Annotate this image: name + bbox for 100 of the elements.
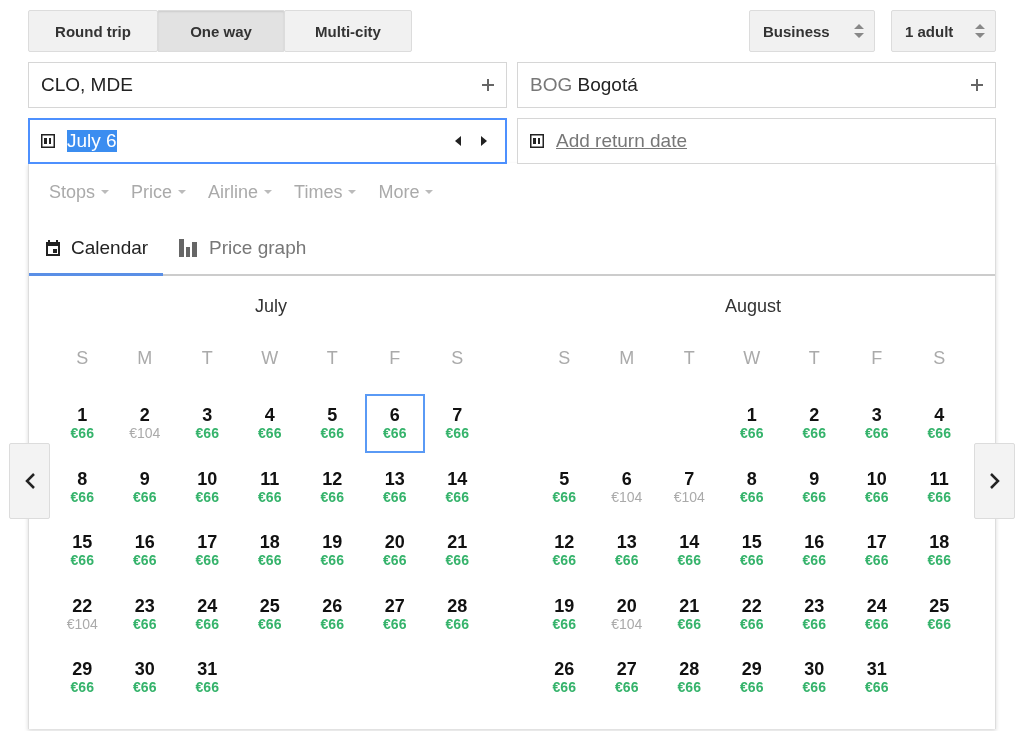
view-tab[interactable]: Calendar xyxy=(29,237,164,276)
calendar-day[interactable]: 27 €66 xyxy=(596,647,657,707)
calendar-day[interactable]: 14 €66 xyxy=(427,457,488,517)
trip-type-tab[interactable]: Round trip xyxy=(28,10,158,52)
calendar-day[interactable]: 18 €66 xyxy=(239,520,300,580)
up-down-icon xyxy=(975,24,985,38)
calendar-day[interactable]: 17 €66 xyxy=(846,520,907,580)
calendar-day[interactable]: 22 €66 xyxy=(721,584,782,644)
caret-icon xyxy=(178,190,187,194)
weekday-label: M xyxy=(136,347,154,369)
calendar-day[interactable]: 5 €66 xyxy=(534,457,595,517)
weekday-label: W xyxy=(742,347,762,369)
calendar-day[interactable]: 19 €66 xyxy=(534,584,595,644)
calendar-day[interactable]: 20 €66 xyxy=(364,520,425,580)
calendar-day[interactable]: 3 €66 xyxy=(846,393,907,453)
calendar-day[interactable]: 13 €66 xyxy=(596,520,657,580)
calendar-day[interactable]: 17 €66 xyxy=(177,520,238,580)
weekday-label: T xyxy=(200,347,214,369)
destination-field[interactable]: BOG Bogotá xyxy=(517,62,996,108)
weekday-label: S xyxy=(932,347,947,369)
calendar-day[interactable]: 10 €66 xyxy=(177,457,238,517)
plus-icon xyxy=(482,79,494,91)
airport-code: BOG xyxy=(530,74,573,95)
caret-icon xyxy=(348,190,357,194)
calendar-day[interactable]: 2 €104 xyxy=(114,393,175,453)
calendar-day[interactable]: 16 €66 xyxy=(114,520,175,580)
calendar-day[interactable]: 26 €66 xyxy=(302,584,363,644)
calendar-day[interactable]: 8 €66 xyxy=(721,457,782,517)
calendar-day[interactable]: 9 €66 xyxy=(784,457,845,517)
calendar-day[interactable]: 24 €66 xyxy=(177,584,238,644)
calendar-day[interactable]: 30 €66 xyxy=(114,647,175,707)
caret-icon xyxy=(425,190,434,194)
date-text: July 6 xyxy=(67,130,117,152)
calendar-day[interactable]: 6 €66 xyxy=(364,393,425,453)
origin-field[interactable]: CLO, MDE xyxy=(28,62,507,108)
calendar-day[interactable]: 25 €66 xyxy=(239,584,300,644)
calendar-day[interactable]: 4 €66 xyxy=(909,393,970,453)
calendar-icon xyxy=(45,239,61,257)
calendar-day[interactable]: 7 €104 xyxy=(659,457,720,517)
weekday-label: M xyxy=(618,347,636,369)
up-down-icon xyxy=(854,24,864,38)
calendar-day[interactable]: 21 €66 xyxy=(659,584,720,644)
month-title: August xyxy=(723,296,782,318)
calendar-day[interactable]: 19 €66 xyxy=(302,520,363,580)
caret-icon xyxy=(101,190,110,194)
calendar-day[interactable]: 14 €66 xyxy=(659,520,720,580)
calendar-day[interactable]: 11 €66 xyxy=(239,457,300,517)
month-title: July xyxy=(254,296,288,318)
calendar-day[interactable]: 8 €66 xyxy=(52,457,113,517)
calendar-day[interactable]: 30 €66 xyxy=(784,647,845,707)
calendar-day[interactable]: 31 €66 xyxy=(846,647,907,707)
calendar-day[interactable]: 1 €66 xyxy=(721,393,782,453)
calendar-day[interactable]: 9 €66 xyxy=(114,457,175,517)
calendar-day[interactable]: 12 €66 xyxy=(302,457,363,517)
trip-type-tab[interactable]: One way xyxy=(157,10,285,52)
calendar-icon xyxy=(530,134,544,148)
calendar-day[interactable]: 15 €66 xyxy=(52,520,113,580)
add-return-date-link[interactable]: Add return date xyxy=(556,130,687,152)
bar-chart-icon xyxy=(179,239,200,257)
calendar-day[interactable]: 21 €66 xyxy=(427,520,488,580)
calendar-day[interactable]: 26 €66 xyxy=(534,647,595,707)
weekday-label: T xyxy=(325,347,339,369)
view-tab[interactable]: Price graph xyxy=(163,237,322,276)
calendar-day[interactable]: 27 €66 xyxy=(364,584,425,644)
calendar-day[interactable]: 1 €66 xyxy=(52,393,113,453)
calendar-day[interactable]: 23 €66 xyxy=(784,584,845,644)
calendar-day[interactable]: 16 €66 xyxy=(784,520,845,580)
calendar-day[interactable]: 29 €66 xyxy=(52,647,113,707)
calendar-day[interactable]: 6 €104 xyxy=(596,457,657,517)
calendar-icon xyxy=(41,134,55,148)
calendar-day[interactable]: 25 €66 xyxy=(909,584,970,644)
calendar-day[interactable]: 5 €66 xyxy=(302,393,363,453)
calendar-day[interactable]: 20 €104 xyxy=(596,584,657,644)
calendar-day[interactable]: 22 €104 xyxy=(52,584,113,644)
weekday-label: W xyxy=(260,347,280,369)
trip-type-tab[interactable]: Multi-city xyxy=(284,10,412,52)
calendar-day[interactable]: 18 €66 xyxy=(909,520,970,580)
passenger-select[interactable]: 1 adult xyxy=(891,10,996,52)
calendar-day[interactable]: 28 €66 xyxy=(427,584,488,644)
calendar-day[interactable]: 2 €66 xyxy=(784,393,845,453)
cabin-class-select[interactable]: Business xyxy=(749,10,875,52)
calendar-day[interactable]: 7 €66 xyxy=(427,393,488,453)
calendar-day[interactable]: 24 €66 xyxy=(846,584,907,644)
calendar-day[interactable]: 28 €66 xyxy=(659,647,720,707)
calendar-day[interactable]: 3 €66 xyxy=(177,393,238,453)
calendar-day[interactable]: 10 €66 xyxy=(846,457,907,517)
calendar-day[interactable]: 29 €66 xyxy=(721,647,782,707)
calendar-day[interactable]: 23 €66 xyxy=(114,584,175,644)
calendar-day[interactable]: 13 €66 xyxy=(364,457,425,517)
weekday-label: F xyxy=(870,347,884,369)
weekday-label: S xyxy=(450,347,465,369)
calendar-day[interactable]: 11 €66 xyxy=(909,457,970,517)
chevron-right-icon xyxy=(989,473,1000,489)
calendar-day[interactable]: 31 €66 xyxy=(177,647,238,707)
calendar-day[interactable]: 15 €66 xyxy=(721,520,782,580)
return-date-field[interactable]: Add return date xyxy=(517,118,996,164)
calendar-day[interactable]: 4 €66 xyxy=(239,393,300,453)
next-date-icon xyxy=(481,136,487,146)
calendar-day[interactable]: 12 €66 xyxy=(534,520,595,580)
plus-icon xyxy=(971,79,983,91)
